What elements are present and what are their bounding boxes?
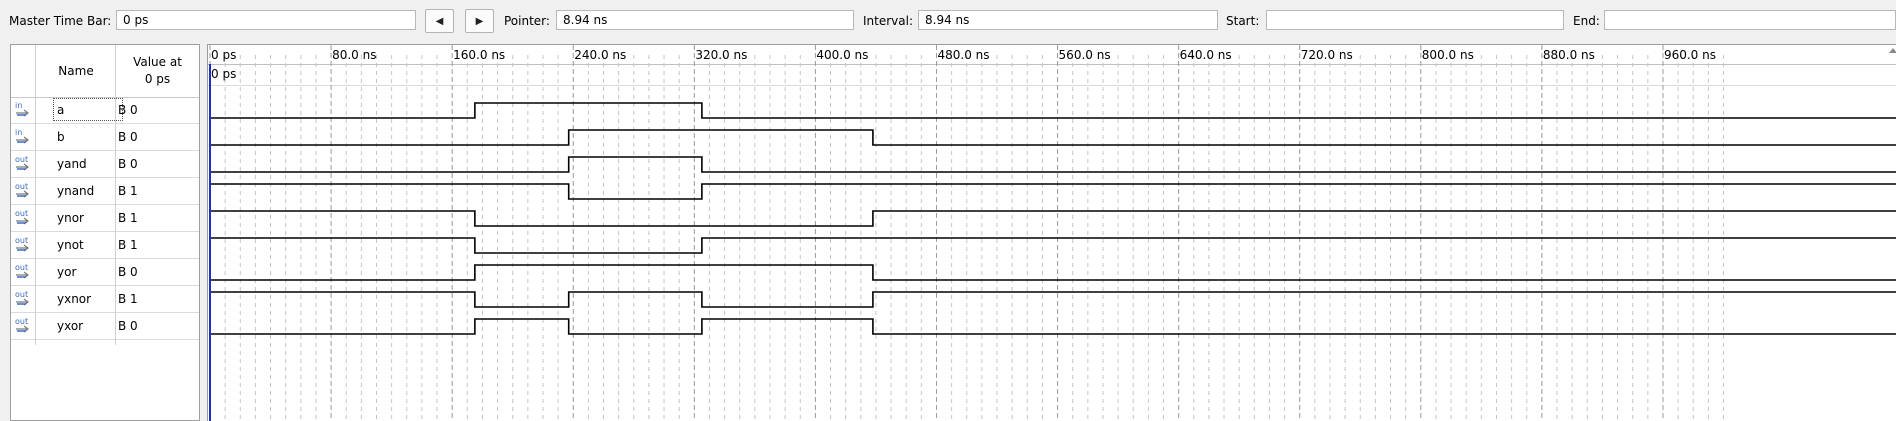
time-tick-label: 480.0 ns [937,48,989,62]
signal-value: B 0 [118,157,138,171]
time-tick-label: 640.0 ns [1180,48,1232,62]
input-pin-icon: in [15,128,29,144]
time-tick-label: 0 ps [211,48,236,62]
signal-name: b [57,130,65,144]
waveform-yor[interactable] [210,264,1896,281]
input-pin-icon: in [15,101,29,117]
waveform-yxnor[interactable] [210,291,1896,308]
value-header-line2: 0 ps [144,72,171,86]
svg-text:in: in [15,128,22,137]
svg-text:out: out [15,209,28,218]
signal-name: ynot [57,238,84,252]
waveform-b[interactable] [210,129,1896,146]
waveform-yxor[interactable] [210,318,1896,335]
signal-row-b[interactable]: in b B 0 [11,124,199,151]
pointer-label: Pointer: [504,14,550,28]
waveform-ynot[interactable] [210,237,1896,254]
time-tick-label: 560.0 ns [1059,48,1111,62]
time-tick-label: 800.0 ns [1422,48,1474,62]
signal-value: B 1 [118,292,138,306]
signal-value: B 0 [118,130,138,144]
waveform-ynor[interactable] [210,210,1896,227]
master-time-bar-field[interactable]: 0 ps [116,10,416,30]
svg-text:out: out [15,290,28,299]
svg-text:out: out [15,155,28,164]
signal-row-yor[interactable]: out yor B 0 [11,259,199,286]
time-tick-label: 240.0 ns [574,48,626,62]
output-pin-icon: out [15,290,29,306]
signal-name: yor [57,265,77,279]
time-tick-label: 160.0 ns [453,48,505,62]
time-tick-label: 720.0 ns [1301,48,1353,62]
end-field[interactable] [1604,10,1896,30]
interval-field[interactable]: 8.94 ns [918,10,1218,30]
value-column-header[interactable]: Value at 0 ps [116,45,199,97]
waveform-ynand[interactable] [210,183,1896,200]
signal-value: B 1 [118,184,138,198]
output-pin-icon: out [15,263,29,279]
signal-name: ynand [57,184,95,198]
signal-name: yxor [57,319,84,333]
waveform-yand[interactable] [210,156,1896,173]
time-tick-label: 80.0 ns [332,48,376,62]
signal-row-yand[interactable]: out yand B 0 [11,151,199,178]
signal-value: B 0 [118,319,138,333]
svg-text:out: out [15,236,28,245]
svg-text:out: out [15,263,28,272]
svg-text:in: in [15,101,22,110]
signal-row-ynor[interactable]: out ynor B 1 [11,205,199,232]
output-pin-icon: out [15,209,29,225]
signal-value: B 1 [118,211,138,225]
signal-row-yxnor[interactable]: out yxnor B 1 [11,286,199,313]
signal-name: ynor [57,211,84,225]
cursor-time-label: 0 ps [211,67,236,81]
waveform-panel[interactable]: 0 ps 80.0 ns 160.0 ns 240.0 ns 320.0 ns 400.0… [207,44,1896,421]
name-column-header[interactable]: Name [37,45,115,97]
time-tick-label: 400.0 ns [816,48,868,62]
output-pin-icon: out [15,155,29,171]
selected-signal-focus-outline [53,98,123,121]
end-label: End: [1573,14,1600,28]
waveform-canvas[interactable]: 0 ps 80.0 ns 160.0 ns 240.0 ns 320.0 ns 400.0… [208,45,1896,421]
signal-list-header: Name Value at 0 ps [11,45,199,98]
master-time-bar-label: Master Time Bar: [9,14,112,28]
previous-transition-button[interactable]: ◀ [425,9,454,33]
start-label: Start: [1226,14,1260,28]
signal-name: yxnor [57,292,92,306]
waveform-a[interactable] [210,102,1896,119]
triangle-left-icon: ◀ [435,15,444,27]
triangle-right-icon: ▶ [475,15,484,27]
time-tick-label: 960.0 ns [1664,48,1716,62]
output-pin-icon: out [15,236,29,252]
signal-row-yxor[interactable]: out yxor B 0 [11,313,199,340]
signal-row-ynot[interactable]: out ynot B 1 [11,232,199,259]
signal-value: B 1 [118,238,138,252]
signal-value: B 0 [118,265,138,279]
output-pin-icon: out [15,182,29,198]
time-tick-label: 320.0 ns [695,48,747,62]
time-tick-label: 880.0 ns [1543,48,1595,62]
master-time-toolbar: Master Time Bar: 0 ps ◀ ▶ Pointer: 8.94 … [0,0,1896,42]
signal-list-panel: Name Value at 0 ps in a B 0 in b B 0 out yand B … [10,44,200,421]
pointer-field[interactable]: 8.94 ns [556,10,854,30]
next-transition-button[interactable]: ▶ [465,9,494,33]
svg-text:out: out [15,182,28,191]
svg-text:out: out [15,317,28,326]
start-field[interactable] [1266,10,1564,30]
signal-row-ynand[interactable]: out ynand B 1 [11,178,199,205]
output-pin-icon: out [15,317,29,333]
interval-label: Interval: [863,14,913,28]
signal-row-a[interactable]: in a B 0 [11,97,199,124]
value-header-line1: Value at [133,55,182,69]
signal-name: yand [57,157,87,171]
